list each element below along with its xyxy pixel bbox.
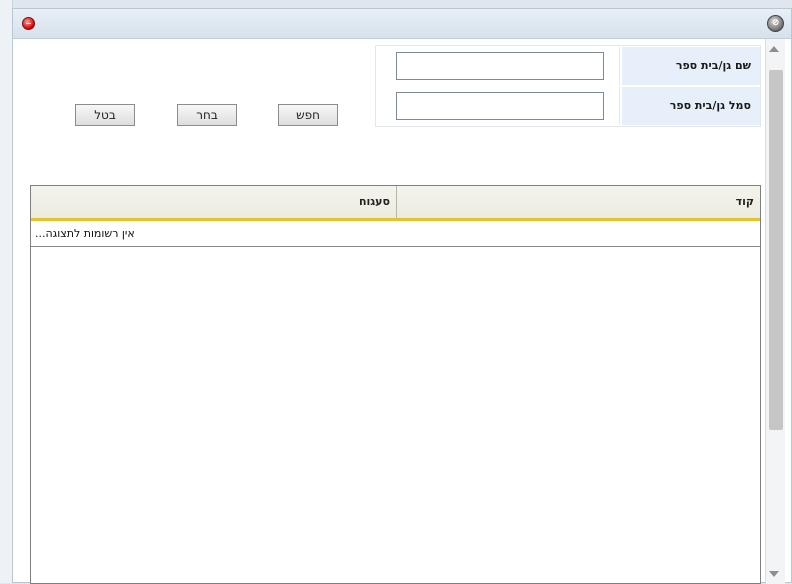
school-code-label: סמל גן/בית ספר	[622, 87, 760, 125]
school-name-cell	[376, 47, 620, 85]
search-form: שם גן/בית ספר סמל גן/בית ספר	[375, 45, 761, 127]
close-icon[interactable]	[22, 17, 35, 30]
scroll-thumb[interactable]	[769, 70, 783, 430]
form-row-school-name: שם גן/בית ספר	[376, 47, 760, 85]
results-grid: קוד סעגוח אין רשומות לתצוגה...	[30, 185, 761, 584]
column-header-branch[interactable]: סעגוח	[31, 186, 397, 218]
grid-header: קוד סעגוח	[31, 186, 760, 221]
scroll-down-icon[interactable]	[769, 571, 779, 577]
school-name-label: שם גן/בית ספר	[622, 47, 760, 85]
school-name-input[interactable]	[396, 52, 604, 80]
empty-results-row: אין רשומות לתצוגה...	[31, 223, 760, 247]
form-row-school-code: סמל גן/בית ספר	[376, 87, 760, 125]
empty-results-message: אין רשומות לתצוגה...	[35, 227, 135, 240]
scroll-up-icon[interactable]	[769, 46, 779, 52]
cancel-button[interactable]: בטל	[75, 104, 135, 126]
school-code-input[interactable]	[396, 92, 604, 120]
title-bar: ⊘	[13, 9, 791, 39]
search-button[interactable]: חפש	[278, 104, 338, 126]
vertical-scrollbar[interactable]	[765, 39, 785, 584]
search-dialog: ⊘ שם גן/בית ספר סמל גן/בית ספר חפש בחר ב…	[12, 8, 792, 584]
school-code-cell	[376, 87, 620, 125]
select-button[interactable]: בחר	[177, 104, 237, 126]
column-header-code[interactable]: קוד	[397, 186, 760, 218]
dialog-content: שם גן/בית ספר סמל גן/בית ספר חפש בחר בטל…	[13, 39, 763, 584]
minimize-icon[interactable]: ⊘	[767, 15, 784, 32]
